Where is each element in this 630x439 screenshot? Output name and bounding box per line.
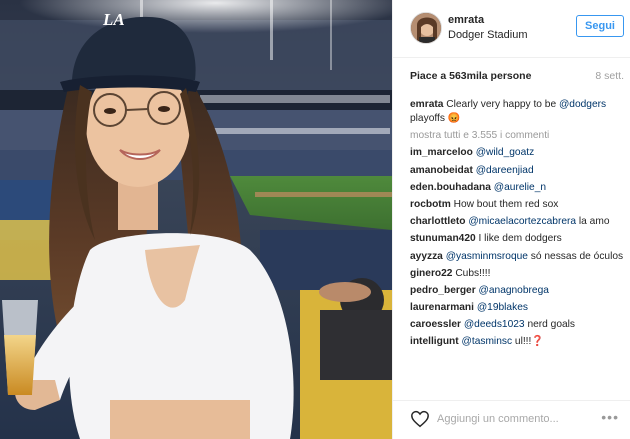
comment-footer: Aggiungi un commento... ••• <box>393 400 630 439</box>
comment-item: im_marceloo @wild_goatz <box>410 146 624 160</box>
comment-username[interactable]: ginero22 <box>410 268 452 279</box>
post-username[interactable]: emrata <box>448 14 484 26</box>
comment-item: intelligunt @tasminsc ul!!!❓ <box>410 335 624 349</box>
comment-username[interactable]: rocbotm <box>410 199 451 210</box>
ellipsis-icon[interactable]: ••• <box>601 409 619 425</box>
comment-mention[interactable]: @deeds1023 <box>464 319 525 330</box>
comment-mention[interactable]: @micaelacortezcabrera <box>468 216 576 227</box>
avatar[interactable] <box>410 12 442 44</box>
follow-button[interactable]: Segui <box>576 15 624 37</box>
post-location[interactable]: Dodger Stadium <box>448 29 528 41</box>
comment-username[interactable]: laurenarmani <box>410 302 474 313</box>
avatar-image <box>411 13 441 43</box>
caption-text-2: playoffs <box>410 113 445 124</box>
comment-item: ayyzza @yasminmsroque só nessas de óculo… <box>410 250 624 264</box>
comment-item: laurenarmani @19blakes <box>410 301 624 315</box>
comment-mention[interactable]: @yasminmsroque <box>446 251 528 262</box>
comment-list: emrata Clearly very happy to be @dodgers… <box>410 98 624 353</box>
comment-item: rocbotm How bout them red sox <box>410 198 624 212</box>
comment-item: pedro_berger @anagnobrega <box>410 284 624 298</box>
post-photo[interactable]: LA <box>0 0 392 439</box>
comment-item: caroessler @deeds1023 nerd goals <box>410 318 624 332</box>
comment-mention[interactable]: @wild_goatz <box>476 147 534 158</box>
comment-item: amanobeidat @dareenjiad <box>410 164 624 178</box>
comment-mention[interactable]: @anagnobrega <box>479 285 549 296</box>
comment-mention[interactable]: @dareenjiad <box>476 165 534 176</box>
comment-item: ginero22 Cubs!!!! <box>410 267 624 281</box>
comment-username[interactable]: stunuman420 <box>410 233 476 244</box>
comment-username[interactable]: pedro_berger <box>410 285 476 296</box>
post-sidebar: emrata Dodger Stadium Segui Piace a 563m… <box>392 0 630 439</box>
comment-text: nerd goals <box>527 319 576 331</box>
comment-text: I like dem dodgers <box>478 233 562 245</box>
likes-row: Piace a 563mila persone 8 sett. <box>410 70 624 84</box>
show-all-comments-link[interactable]: mostra tutti e 3.555 i commenti <box>410 129 624 143</box>
comment-username[interactable]: caroessler <box>410 319 461 330</box>
add-comment-input[interactable]: Aggiungi un commento... <box>437 413 559 425</box>
comment-username[interactable]: intelligunt <box>410 336 459 347</box>
comment-text: Cubs!!!! <box>455 267 491 279</box>
comment-username[interactable]: ayyzza <box>410 251 443 262</box>
comment-username[interactable]: amanobeidat <box>410 165 473 176</box>
comment-text: só nessas de óculos <box>530 250 624 262</box>
comment-text: ul!!!❓ <box>514 336 545 348</box>
cap-logo: LA <box>103 10 125 29</box>
comment-item: eden.bouhadana @aurelie_n <box>410 181 624 195</box>
comment-username[interactable]: eden.bouhadana <box>410 182 491 193</box>
comment-username[interactable]: charlottleto <box>410 216 465 227</box>
comment-text: How bout them red sox <box>453 198 559 210</box>
comment-item: charlottleto @micaelacortezcabrera la am… <box>410 215 624 229</box>
comment-username[interactable]: im_marceloo <box>410 147 473 158</box>
comment-mention[interactable]: @aurelie_n <box>494 182 546 193</box>
caption-mention[interactable]: @dodgers <box>559 99 606 110</box>
caption-username[interactable]: emrata <box>410 99 443 110</box>
comment-mention[interactable]: @tasminsc <box>462 336 513 347</box>
caption-text: Clearly very happy to be <box>446 99 557 110</box>
stadium-selfie-image <box>0 0 392 439</box>
comment-text: la amo <box>578 216 610 228</box>
post-header: emrata Dodger Stadium Segui <box>393 0 630 58</box>
angry-emoji: 😡 <box>447 113 461 124</box>
likes-count[interactable]: Piace a 563mila persone <box>410 70 531 82</box>
post-time[interactable]: 8 sett. <box>595 70 624 82</box>
comment-mention[interactable]: @19blakes <box>477 302 528 313</box>
comment-item: stunuman420 I like dem dodgers <box>410 232 624 246</box>
caption: emrata Clearly very happy to be @dodgers… <box>410 98 624 126</box>
heart-outline-icon[interactable] <box>410 410 430 428</box>
